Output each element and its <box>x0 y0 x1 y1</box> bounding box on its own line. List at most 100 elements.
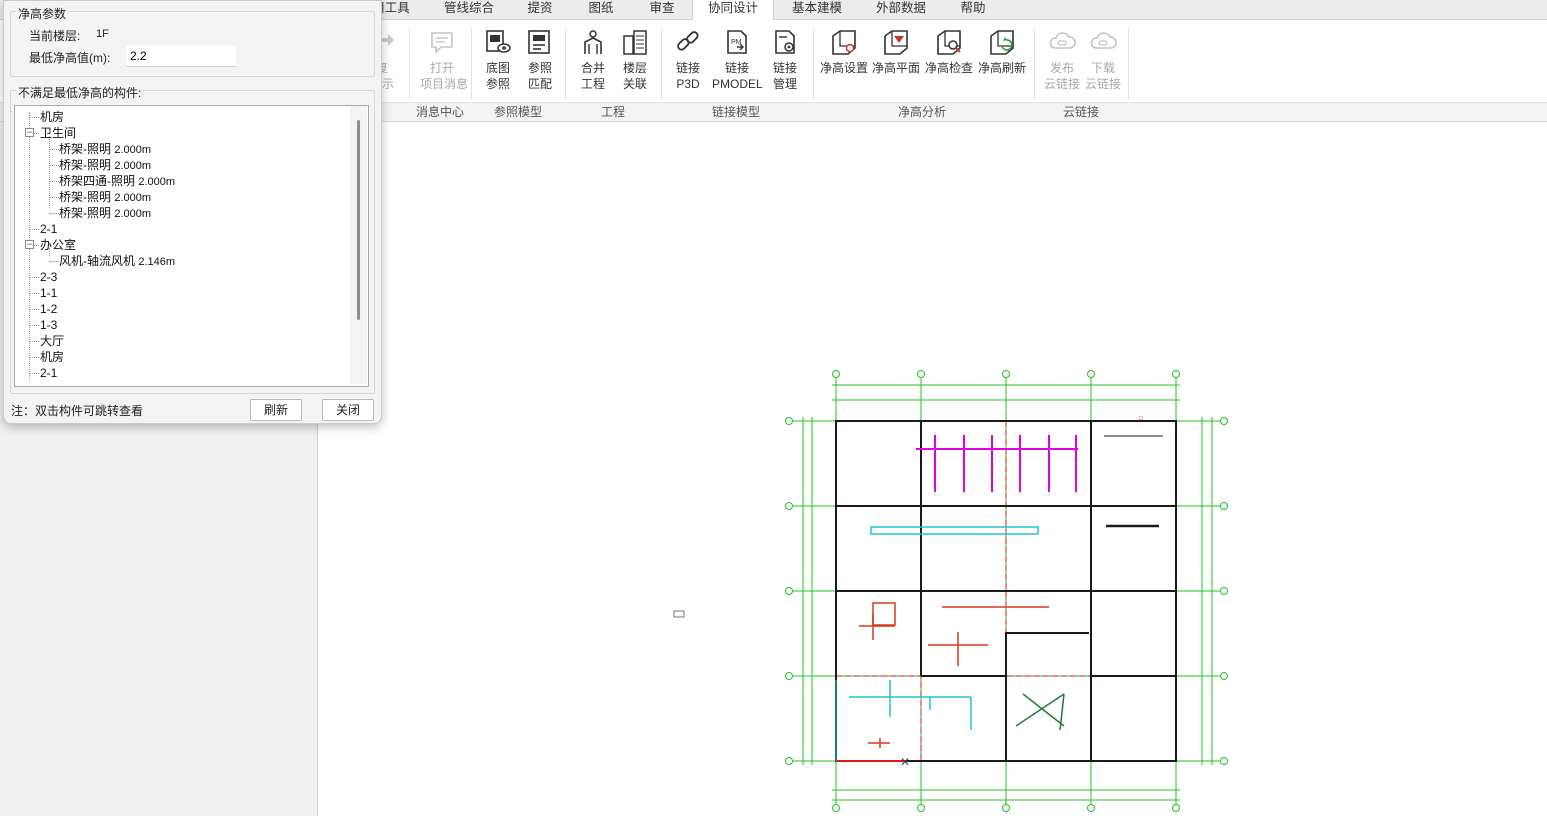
button-label: 管理 <box>772 77 797 91</box>
stair-marker <box>1015 693 1065 731</box>
tree-node-2-3[interactable]: 2-3 <box>40 269 57 285</box>
merge-project-icon <box>584 30 602 54</box>
clearance-check-icon <box>937 30 961 55</box>
tree-line <box>29 373 39 374</box>
tree-node-tray-1[interactable]: 桥架-照明 2.000m <box>59 141 151 158</box>
tree-node-tray-cross[interactable]: 桥架四通-照明 2.000m <box>59 173 175 190</box>
tree-line <box>49 261 59 262</box>
link-p3d-icon <box>677 31 699 51</box>
tab-submission[interactable]: 提资 <box>518 0 562 19</box>
button-label: 链接 <box>675 61 700 75</box>
component-tree[interactable]: 机房 − 卫生间 桥架-照明 2.000m 桥架-照明 2.000m 桥架四通-… <box>14 105 369 387</box>
base-map-reference-button[interactable]: 底图 参照 <box>476 24 520 100</box>
tree-line <box>49 149 59 150</box>
group-clearance-analysis: 净高分析 <box>898 105 947 119</box>
clearance-check-dialog: 净高参数 当前楼层: 1F 最低净高值(m): 不满足最低净高的构件: 机房 −… <box>3 0 382 424</box>
merge-project-button[interactable]: 合并 工程 <box>571 24 615 100</box>
axis-tag: □ <box>1139 416 1143 422</box>
tab-drawings[interactable]: 图纸 <box>579 0 623 19</box>
tree-line <box>29 117 39 118</box>
open-project-message-button[interactable]: 打开 项目消息 <box>420 24 469 100</box>
button-label: 底图 <box>485 61 510 75</box>
button-label: 发布 <box>1049 61 1074 75</box>
floor-value: 1F <box>96 28 109 40</box>
base-reference-icon <box>486 30 511 53</box>
ribbon-separator <box>813 28 814 100</box>
tree-line <box>34 245 39 246</box>
download-cloud-link-button[interactable]: 下载 云链接 <box>1081 24 1125 100</box>
tree-node-1-1[interactable]: 1-1 <box>40 285 57 301</box>
button-label: 匹配 <box>527 77 552 91</box>
clearance-settings-icon <box>832 30 856 55</box>
link-pmodel-button[interactable]: PM 链接 PMODEL <box>712 24 763 100</box>
button-label: 项目消息 <box>420 77 469 91</box>
button-label: 工程 <box>580 77 605 91</box>
download-cloud-icon <box>1090 32 1117 49</box>
button-label: 净高设置 <box>819 61 868 75</box>
tree-node-machine-room-2[interactable]: 机房 <box>40 349 64 365</box>
link-management-button[interactable]: 链接 管理 <box>763 24 807 100</box>
tab-external-data[interactable]: 外部数据 <box>868 0 934 19</box>
tree-scrollbar[interactable] <box>350 106 367 384</box>
button-label: 合并 <box>580 61 605 75</box>
close-button[interactable]: 关闭 <box>322 399 374 421</box>
link-pmodel-icon: PM <box>727 30 747 54</box>
tab-collaborative-design[interactable]: 协同设计 <box>692 0 774 20</box>
tree-node-bathroom[interactable]: 卫生间 <box>40 125 76 141</box>
clearance-plan-icon <box>884 30 908 55</box>
group-cloud-link: 云链接 <box>1063 105 1100 119</box>
dialog-note: 注：双击构件可跳转查看 <box>11 404 144 418</box>
publish-cloud-link-button[interactable]: 发布 云链接 <box>1040 24 1084 100</box>
min-clearance-input[interactable] <box>126 46 236 67</box>
button-label: 净高刷新 <box>977 61 1026 75</box>
floor-association-button[interactable]: 楼层 关联 <box>613 24 657 100</box>
clearance-plan-button[interactable]: 净高平面 <box>871 24 921 100</box>
button-label: 净高平面 <box>871 61 920 75</box>
collapse-toggle[interactable]: − <box>25 128 34 137</box>
reference-match-button[interactable]: 参照 匹配 <box>518 24 562 100</box>
tree-line <box>29 357 39 358</box>
air-ducts <box>849 526 1039 730</box>
floor-plan-drawing[interactable]: □ ✕ <box>318 122 1547 816</box>
tree-node-1-2[interactable]: 1-2 <box>40 301 57 317</box>
group-project: 工程 <box>601 105 626 119</box>
tab-pipeline-integration[interactable]: 管线综合 <box>436 0 502 19</box>
button-label: 云链接 <box>1084 77 1121 91</box>
tree-node-fan[interactable]: 风机-轴流风机 2.146m <box>59 253 175 270</box>
tree-line <box>49 213 59 214</box>
clearance-refresh-icon <box>990 30 1014 55</box>
tree-node-machine-room[interactable]: 机房 <box>40 109 64 125</box>
ribbon-separator <box>661 28 662 100</box>
group-link-model: 链接模型 <box>712 105 761 119</box>
clearance-settings-button[interactable]: 净高设置 <box>819 24 869 100</box>
tab-help[interactable]: 帮助 <box>950 0 996 19</box>
tree-node-tray-3[interactable]: 桥架-照明 2.000m <box>59 189 151 206</box>
clearance-check-button[interactable]: 净高检查 <box>924 24 974 100</box>
ribbon-separator <box>1034 28 1035 100</box>
button-label: 链接 <box>724 61 749 75</box>
tree-node-tray-4[interactable]: 桥架-照明 2.000m <box>59 205 151 222</box>
tree-node-2-1[interactable]: 2-1 <box>40 221 57 237</box>
tab-basic-modeling[interactable]: 基本建模 <box>783 0 851 19</box>
link-p3d-button[interactable]: 链接 P3D <box>666 24 710 100</box>
tab-review[interactable]: 审查 <box>640 0 684 19</box>
ribbon-separator <box>1128 28 1129 100</box>
tree-node-2-1-b[interactable]: 2-1 <box>40 365 57 381</box>
params-legend: 净高参数 <box>16 5 69 22</box>
tree-line <box>29 309 39 310</box>
list-legend: 不满足最低净高的构件: <box>16 84 144 101</box>
tree-node-office[interactable]: 办公室 <box>40 237 76 253</box>
tree-node-hall[interactable]: 大厅 <box>40 333 64 349</box>
button-label: 链接 <box>772 61 797 75</box>
scrollbar-thumb[interactable] <box>357 120 360 320</box>
tree-node-tray-2[interactable]: 桥架-照明 2.000m <box>59 157 151 174</box>
collapse-toggle[interactable]: − <box>25 240 34 249</box>
tree-node-1-3[interactable]: 1-3 <box>40 317 57 333</box>
button-label: 净高检查 <box>924 61 973 75</box>
button-label: 云链接 <box>1043 77 1080 91</box>
clearance-refresh-button[interactable]: 净高刷新 <box>977 24 1027 100</box>
button-label: 下载 <box>1090 61 1115 75</box>
drawing-canvas[interactable]: □ ✕ <box>318 122 1547 816</box>
link-manage-icon <box>775 30 795 54</box>
refresh-button[interactable]: 刷新 <box>250 399 302 421</box>
